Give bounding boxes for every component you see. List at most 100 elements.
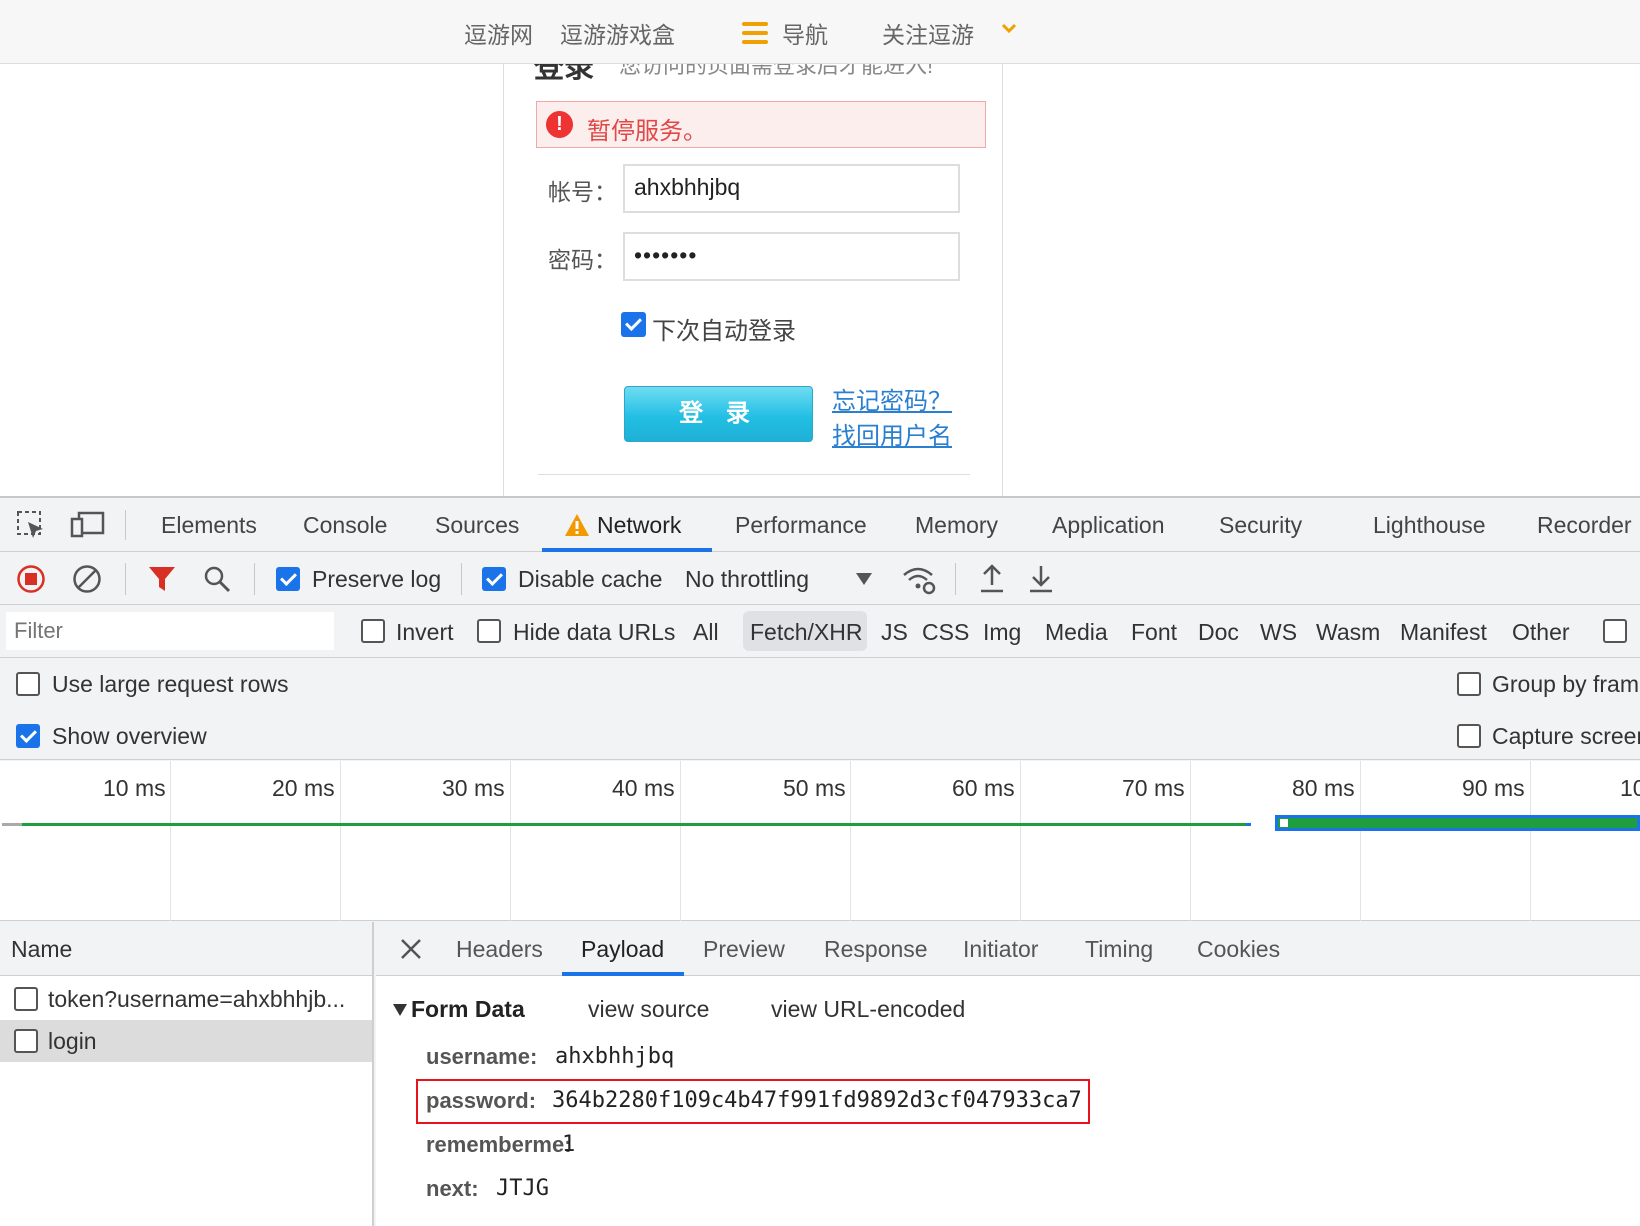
forgot-password-link[interactable]: 忘记密码？ [832, 381, 952, 416]
tab-preview[interactable]: Preview [703, 936, 785, 963]
field-key-username: username: [426, 1044, 538, 1069]
import-har-icon[interactable] [978, 563, 1006, 595]
network-options: Use large request rows Show overview Gro… [0, 658, 1640, 760]
hide-data-urls-label: Hide data URLs [513, 619, 676, 645]
devtools-panel: Elements Console Sources Network Perform… [0, 496, 1640, 1226]
tick-label: 90 ms [1462, 775, 1525, 801]
tab-timing[interactable]: Timing [1085, 936, 1153, 963]
password-input[interactable]: ••••••• [623, 232, 960, 281]
tab-elements[interactable]: Elements [161, 512, 257, 539]
clear-icon[interactable] [72, 564, 102, 594]
type-fetch-xhr[interactable]: Fetch/XHR [750, 619, 862, 646]
show-overview-checkbox[interactable] [16, 724, 40, 748]
request-checkbox[interactable] [14, 987, 38, 1011]
remember-me-checkbox[interactable] [621, 312, 646, 337]
follow-link[interactable]: 关注逗游 [882, 16, 974, 50]
show-overview-label: Show overview [52, 723, 207, 749]
type-all[interactable]: All [693, 619, 719, 646]
throttling-select[interactable]: No throttling [685, 566, 809, 593]
login-button[interactable]: 登 录 [624, 386, 813, 442]
timeline-overview[interactable]: 10 ms 20 ms 30 ms 40 ms 50 ms 60 ms 70 m… [0, 761, 1640, 921]
disable-cache-checkbox[interactable] [482, 567, 506, 591]
tab-response[interactable]: Response [824, 936, 928, 963]
login-card: 登录 您访问的页面需登录后才能进入! ! 暂停服务。 帐号： ahxbhhjbq… [503, 64, 1003, 496]
nav-link-douyou[interactable]: 逗游网 [464, 16, 533, 50]
invert-label: Invert [396, 619, 454, 645]
form-data-title[interactable]: Form Data [411, 996, 525, 1023]
request-list: Name token?username=ahxbhhjb... login [0, 922, 374, 1226]
tick-label: 30 ms [442, 775, 505, 801]
tab-security[interactable]: Security [1219, 512, 1302, 539]
tab-cookies[interactable]: Cookies [1197, 936, 1280, 963]
timeline-bar-gray [2, 823, 22, 826]
filter-icon[interactable] [148, 565, 176, 593]
type-css[interactable]: CSS [922, 619, 969, 646]
detail-tab-bar: Headers Payload Preview Response Initiat… [376, 922, 1640, 976]
group-by-frame-checkbox[interactable] [1457, 672, 1481, 696]
search-icon[interactable] [203, 565, 231, 593]
tab-payload[interactable]: Payload [581, 936, 664, 963]
type-ws[interactable]: WS [1260, 619, 1297, 646]
record-stop-icon[interactable] [16, 564, 46, 594]
tab-performance[interactable]: Performance [735, 512, 867, 539]
group-by-frame-label: Group by fram [1492, 671, 1639, 697]
error-alert: ! 暂停服务。 [536, 101, 986, 148]
inspect-element-icon[interactable] [16, 510, 46, 540]
tick-label: 80 ms [1292, 775, 1355, 801]
blocked-requests-checkbox[interactable] [1603, 619, 1627, 643]
tick-label: 70 ms [1122, 775, 1185, 801]
tab-application[interactable]: Application [1052, 512, 1165, 539]
menu-icon[interactable] [742, 22, 768, 44]
request-row-login[interactable]: login [0, 1020, 372, 1062]
export-har-icon[interactable] [1027, 563, 1055, 595]
invert-checkbox[interactable] [361, 619, 385, 643]
tab-recorder[interactable]: Recorder [1537, 512, 1632, 539]
preserve-log-checkbox[interactable] [276, 567, 300, 591]
tab-network[interactable]: Network [597, 512, 681, 539]
type-wasm[interactable]: Wasm [1316, 619, 1380, 646]
request-checkbox[interactable] [14, 1029, 38, 1053]
type-img[interactable]: Img [983, 619, 1021, 646]
recover-username-link[interactable]: 找回用户名 [832, 416, 952, 451]
nav-menu-label[interactable]: 导航 [782, 16, 828, 50]
disable-cache-label: Disable cache [518, 566, 663, 592]
tab-initiator[interactable]: Initiator [963, 936, 1038, 963]
capture-screenshots-checkbox[interactable] [1457, 724, 1481, 748]
network-conditions-icon[interactable] [902, 563, 936, 595]
view-source-link[interactable]: view source [588, 996, 709, 1023]
request-row-token[interactable]: token?username=ahxbhhjb... [0, 978, 372, 1020]
tick-label: 10 ms [103, 775, 166, 801]
timeline-bar-login-start [1280, 819, 1288, 827]
hide-data-urls-checkbox[interactable] [477, 619, 501, 643]
type-js[interactable]: JS [881, 619, 908, 646]
account-input[interactable]: ahxbhhjbq [623, 164, 960, 213]
type-other[interactable]: Other [1512, 619, 1570, 646]
name-column-header[interactable]: Name [0, 922, 372, 976]
tick-label: 20 ms [272, 775, 335, 801]
type-doc[interactable]: Doc [1198, 619, 1239, 646]
timeline-bar-tail [1246, 823, 1251, 826]
device-toolbar-icon[interactable] [70, 510, 106, 540]
type-manifest[interactable]: Manifest [1400, 619, 1487, 646]
devtools-tab-bar: Elements Console Sources Network Perform… [0, 498, 1640, 552]
type-media[interactable]: Media [1045, 619, 1108, 646]
request-name: login [48, 1028, 97, 1054]
tick-label: 50 ms [783, 775, 846, 801]
tab-console[interactable]: Console [303, 512, 387, 539]
field-value-rememberme: 1 [562, 1132, 576, 1157]
network-toolbar: Preserve log Disable cache No throttling [0, 553, 1640, 605]
tab-headers[interactable]: Headers [456, 936, 543, 963]
filter-input[interactable] [6, 612, 334, 650]
dropdown-arrow-icon[interactable] [855, 572, 873, 586]
chevron-down-icon[interactable] [1001, 20, 1017, 36]
type-font[interactable]: Font [1131, 619, 1177, 646]
close-icon[interactable] [400, 938, 422, 960]
view-url-encoded-link[interactable]: view URL-encoded [771, 996, 965, 1023]
tab-sources[interactable]: Sources [435, 512, 519, 539]
collapse-triangle-icon[interactable] [393, 1004, 407, 1016]
nav-link-game-box[interactable]: 逗游游戏盒 [560, 16, 675, 50]
large-rows-checkbox[interactable] [16, 672, 40, 696]
tab-lighthouse[interactable]: Lighthouse [1373, 512, 1486, 539]
capture-screenshots-label: Capture screer [1492, 723, 1640, 749]
tab-memory[interactable]: Memory [915, 512, 998, 539]
